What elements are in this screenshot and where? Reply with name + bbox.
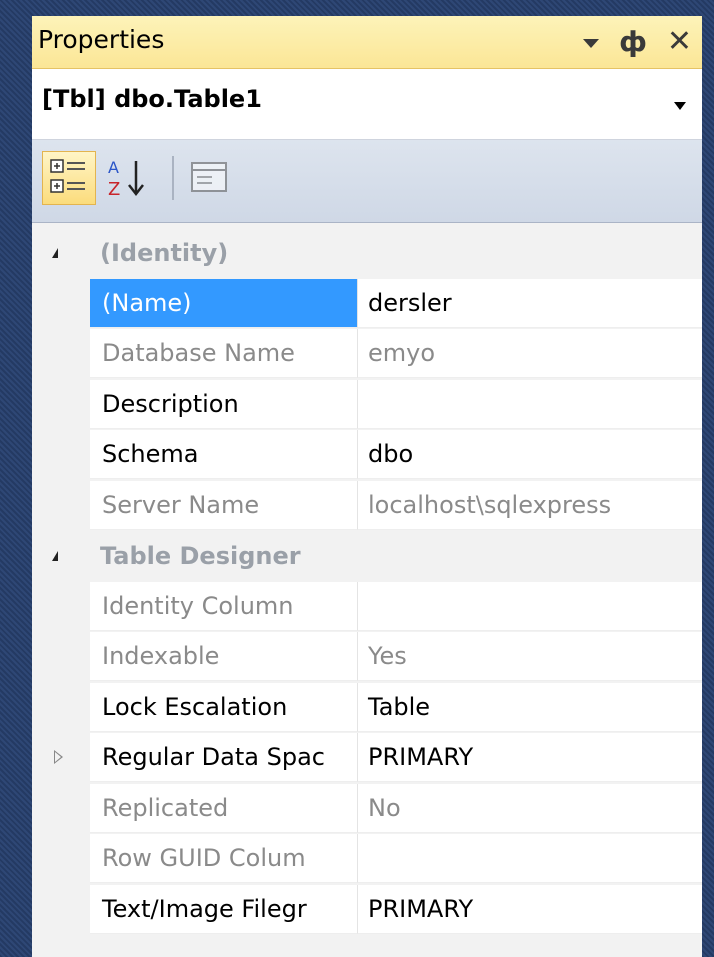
object-selector[interactable]: [Tbl] dbo.Table1: [32, 69, 702, 140]
desktop-background: Properties ф ✕ [Tbl] dbo.Table1 A Z (Ide…: [0, 0, 714, 957]
property-name[interactable]: Regular Data Spac: [90, 733, 358, 782]
categorized-button[interactable]: [42, 151, 96, 205]
property-value: [358, 581, 702, 631]
chevron-down-icon[interactable]: [674, 102, 686, 110]
properties-window: Properties ф ✕ [Tbl] dbo.Table1 A Z (Ide…: [32, 16, 702, 957]
window-title: Properties: [38, 25, 165, 54]
category-row[interactable]: (Identity): [32, 228, 702, 278]
property-name[interactable]: Lock Escalation: [90, 682, 358, 732]
property-value[interactable]: Table: [358, 682, 702, 732]
property-value[interactable]: dbo: [358, 430, 702, 479]
pin-icon[interactable]: ф: [619, 28, 647, 56]
property-row[interactable]: Database Name emyo: [32, 329, 702, 379]
window-controls: ф ✕: [583, 22, 692, 62]
svg-text:Z: Z: [108, 179, 120, 200]
property-name[interactable]: Description: [90, 379, 358, 429]
property-row[interactable]: Regular Data Spac PRIMARY: [32, 733, 702, 783]
property-row[interactable]: (Name) dersler: [32, 278, 702, 329]
property-value: [358, 834, 702, 883]
category-label: (Identity): [100, 239, 229, 267]
alphabetical-icon: A Z: [108, 158, 144, 200]
property-pages-icon: [191, 162, 227, 192]
property-row[interactable]: Replicated No: [32, 783, 702, 834]
property-value[interactable]: [358, 379, 702, 429]
category-label: Table Designer: [100, 542, 301, 570]
svg-text:A: A: [108, 158, 119, 177]
property-row[interactable]: Description: [32, 379, 702, 430]
property-name[interactable]: (Name): [90, 278, 358, 328]
property-name[interactable]: Replicated: [90, 783, 358, 833]
property-row[interactable]: Row GUID Colum: [32, 834, 702, 884]
expand-arrow-icon[interactable]: [54, 750, 63, 764]
property-value[interactable]: PRIMARY: [358, 884, 702, 934]
collapse-triangle-icon[interactable]: [52, 248, 58, 258]
properties-titlebar[interactable]: Properties ф ✕: [32, 16, 702, 69]
property-value: emyo: [358, 329, 702, 378]
property-name[interactable]: Row GUID Colum: [90, 834, 358, 883]
property-name[interactable]: Database Name: [90, 329, 358, 378]
close-icon[interactable]: ✕: [667, 27, 692, 57]
property-name[interactable]: Text/Image Filegr: [90, 884, 358, 934]
property-row[interactable]: Text/Image Filegr PRIMARY: [32, 884, 702, 935]
categorized-icon: [50, 159, 85, 193]
property-name[interactable]: Server Name: [90, 480, 358, 530]
property-pages-button[interactable]: [182, 151, 236, 205]
properties-toolbar: A Z: [32, 140, 702, 223]
toolbar-separator: [172, 156, 174, 200]
property-name[interactable]: Indexable: [90, 632, 358, 681]
property-value: Yes: [358, 632, 702, 681]
property-row[interactable]: Schema dbo: [32, 430, 702, 480]
object-selector-label: [Tbl] dbo.Table1: [42, 85, 262, 113]
property-name[interactable]: Identity Column: [90, 581, 358, 631]
property-row[interactable]: Indexable Yes: [32, 632, 702, 682]
category-row[interactable]: Table Designer: [32, 531, 702, 581]
property-value: No: [358, 783, 702, 833]
property-row[interactable]: Lock Escalation Table: [32, 682, 702, 733]
property-value[interactable]: PRIMARY: [358, 733, 702, 782]
property-row[interactable]: Server Name localhost\sqlexpress: [32, 480, 702, 531]
property-grid: (Identity) (Name) dersler Database Name emyo…: [32, 223, 702, 957]
dropdown-arrow-icon[interactable]: [583, 38, 600, 48]
property-name[interactable]: Schema: [90, 430, 358, 479]
collapse-triangle-icon[interactable]: [52, 551, 58, 561]
property-value: localhost\sqlexpress: [358, 480, 702, 530]
property-row[interactable]: Identity Column: [32, 581, 702, 632]
property-value[interactable]: dersler: [358, 278, 702, 328]
alphabetical-button[interactable]: A Z: [102, 151, 156, 205]
